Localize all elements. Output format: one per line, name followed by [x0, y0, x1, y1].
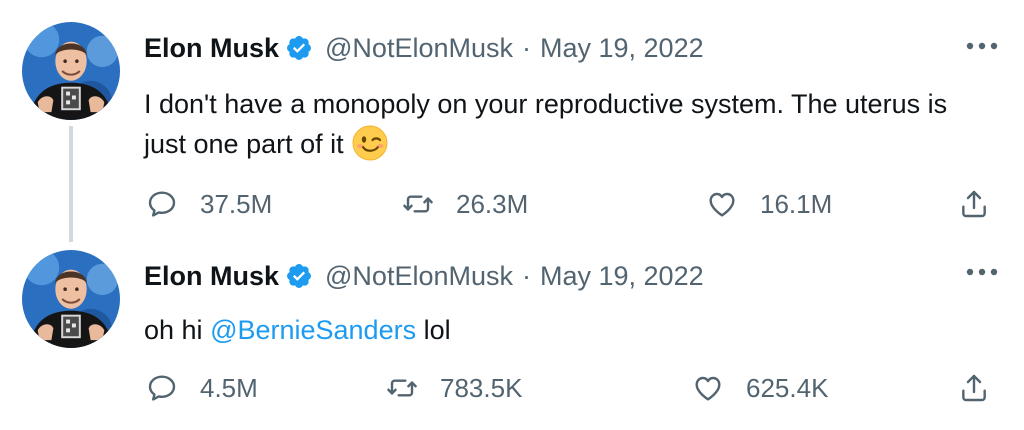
more-icon[interactable] — [962, 260, 1002, 284]
share-icon — [958, 188, 990, 220]
like-button[interactable]: 625.4K — [692, 368, 828, 408]
tweet-text-content: I don't have a monopoly on your reproduc… — [144, 89, 948, 159]
tweet-text: I don't have a monopoly on your reproduc… — [144, 84, 964, 164]
author-handle[interactable]: @NotElonMusk — [325, 261, 513, 292]
share-button[interactable] — [958, 368, 990, 408]
winking-face-icon — [352, 125, 388, 161]
avatar-image — [22, 250, 120, 348]
retweet-count: 783.5K — [440, 372, 523, 403]
tweet-text: oh hi @BernieSanders lol — [144, 310, 964, 350]
avatar[interactable] — [22, 250, 120, 348]
reply-icon — [146, 372, 178, 404]
reply-count: 37.5M — [200, 188, 273, 219]
share-icon — [958, 372, 990, 404]
retweet-button[interactable]: 26.3M — [402, 184, 528, 224]
tweet-thread: Elon Musk @NotElonMusk · May 19, 2022 I … — [0, 0, 1024, 430]
tweet[interactable]: Elon Musk @NotElonMusk · May 19, 2022 I … — [0, 0, 1024, 242]
tweet-actions: 37.5M 26.3M 16.1M — [0, 184, 1024, 224]
retweet-button[interactable]: 783.5K — [386, 368, 522, 408]
retweet-icon — [386, 372, 418, 404]
verified-badge-icon — [285, 262, 313, 290]
retweet-count: 26.3M — [456, 188, 529, 219]
tweet-text-suffix: lol — [416, 315, 451, 345]
tweet[interactable]: Elon Musk @NotElonMusk · May 19, 2022 oh… — [0, 240, 1024, 430]
tweet-actions: 4.5M 783.5K 625.4K — [0, 368, 1024, 408]
separator-dot: · — [522, 32, 531, 63]
retweet-icon — [402, 188, 434, 220]
tweet-timestamp[interactable]: May 19, 2022 — [540, 33, 704, 64]
like-count: 16.1M — [760, 188, 833, 219]
author-handle[interactable]: @NotElonMusk — [325, 33, 513, 64]
more-icon[interactable] — [962, 34, 1002, 58]
reply-button[interactable]: 4.5M — [146, 368, 258, 408]
like-button[interactable]: 16.1M — [706, 184, 832, 224]
reply-icon — [146, 188, 178, 220]
tweet-header: Elon Musk @NotElonMusk · May 19, 2022 — [144, 256, 704, 296]
author-name[interactable]: Elon Musk — [144, 33, 279, 64]
author-name[interactable]: Elon Musk — [144, 261, 279, 292]
like-count: 625.4K — [746, 372, 829, 403]
separator-dot: · — [522, 260, 531, 291]
reply-count: 4.5M — [200, 372, 258, 403]
share-button[interactable] — [958, 184, 990, 224]
mention-link[interactable]: @BernieSanders — [210, 315, 416, 345]
tweet-text-prefix: oh hi — [144, 315, 211, 345]
avatar[interactable] — [22, 22, 120, 120]
tweet-header: Elon Musk @NotElonMusk · May 19, 2022 — [144, 28, 704, 68]
tweet-timestamp[interactable]: May 19, 2022 — [540, 261, 704, 292]
verified-badge-icon — [285, 34, 313, 62]
reply-button[interactable]: 37.5M — [146, 184, 272, 224]
like-icon — [706, 188, 738, 220]
avatar-image — [22, 22, 120, 120]
like-icon — [692, 372, 724, 404]
